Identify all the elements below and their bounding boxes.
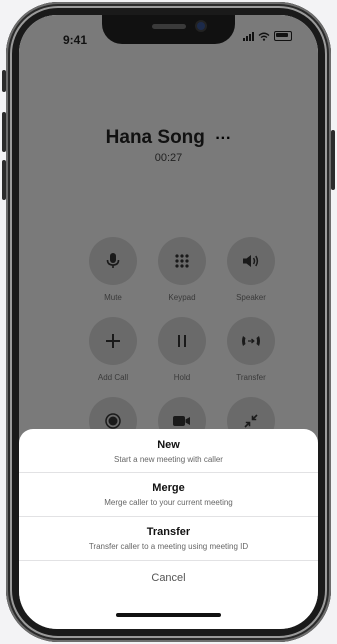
video-icon [173,416,190,426]
hold-button[interactable]: Hold [152,317,212,382]
call-timer: 00:27 [154,152,183,164]
transfer-option-subtitle: Transfer caller to a meeting using meeti… [88,542,249,551]
phone-screen: 9:41 Hana Song ··· 00:27 Mute Keypad Spe… [19,15,318,629]
caller-name: Hana Song [105,127,205,148]
keypad-button[interactable]: Keypad [152,237,212,302]
transfer-label: Transfer [236,373,266,382]
caller-info: Hana Song ··· 00:27 [19,127,318,164]
merge-option-title: Merge [152,482,185,494]
earpiece [152,24,186,29]
keypad-icon [175,254,189,268]
wifi-icon [258,32,270,41]
power-button [331,130,335,190]
silent-switch [2,70,6,92]
divider [19,472,318,473]
record-icon [105,413,121,429]
plus-icon [106,334,120,348]
speaker-button[interactable]: Speaker [221,237,281,302]
add-call-button[interactable]: Add Call [83,317,143,382]
speaker-label: Speaker [236,293,266,302]
minimize-icon [244,414,258,428]
pause-icon [178,335,186,347]
hold-label: Hold [173,373,191,382]
mute-button[interactable]: Mute [83,237,143,302]
action-sheet: New Start a new meeting with caller Merg… [19,429,318,629]
transfer-button[interactable]: Transfer [221,317,281,382]
transfer-icon [242,336,260,346]
status-icons [243,31,292,41]
transfer-option[interactable]: Transfer Transfer caller to a meeting us… [19,526,318,551]
cancel-button[interactable]: Cancel [19,572,318,584]
status-time: 9:41 [63,33,88,47]
volume-down-button [2,160,6,200]
transfer-option-title: Transfer [146,526,191,538]
divider [19,560,318,561]
speaker-icon [243,255,259,267]
battery-icon [274,31,292,41]
new-option-title: New [157,439,180,451]
front-camera [197,22,205,30]
keypad-label: Keypad [168,293,196,302]
merge-option-subtitle: Merge caller to your current meeting [104,498,233,507]
divider [19,516,318,517]
signal-icon [243,31,254,41]
new-meeting-option[interactable]: New Start a new meeting with caller [19,439,318,464]
new-option-subtitle: Start a new meeting with caller [114,455,223,464]
merge-option[interactable]: Merge Merge caller to your current meeti… [19,482,318,507]
mute-label: Mute [104,293,122,302]
volume-up-button [2,112,6,152]
more-options-icon[interactable]: ··· [215,130,231,147]
home-indicator[interactable] [116,613,221,617]
add-call-label: Add Call [97,373,129,382]
notch [102,15,235,44]
mic-icon [106,253,120,268]
